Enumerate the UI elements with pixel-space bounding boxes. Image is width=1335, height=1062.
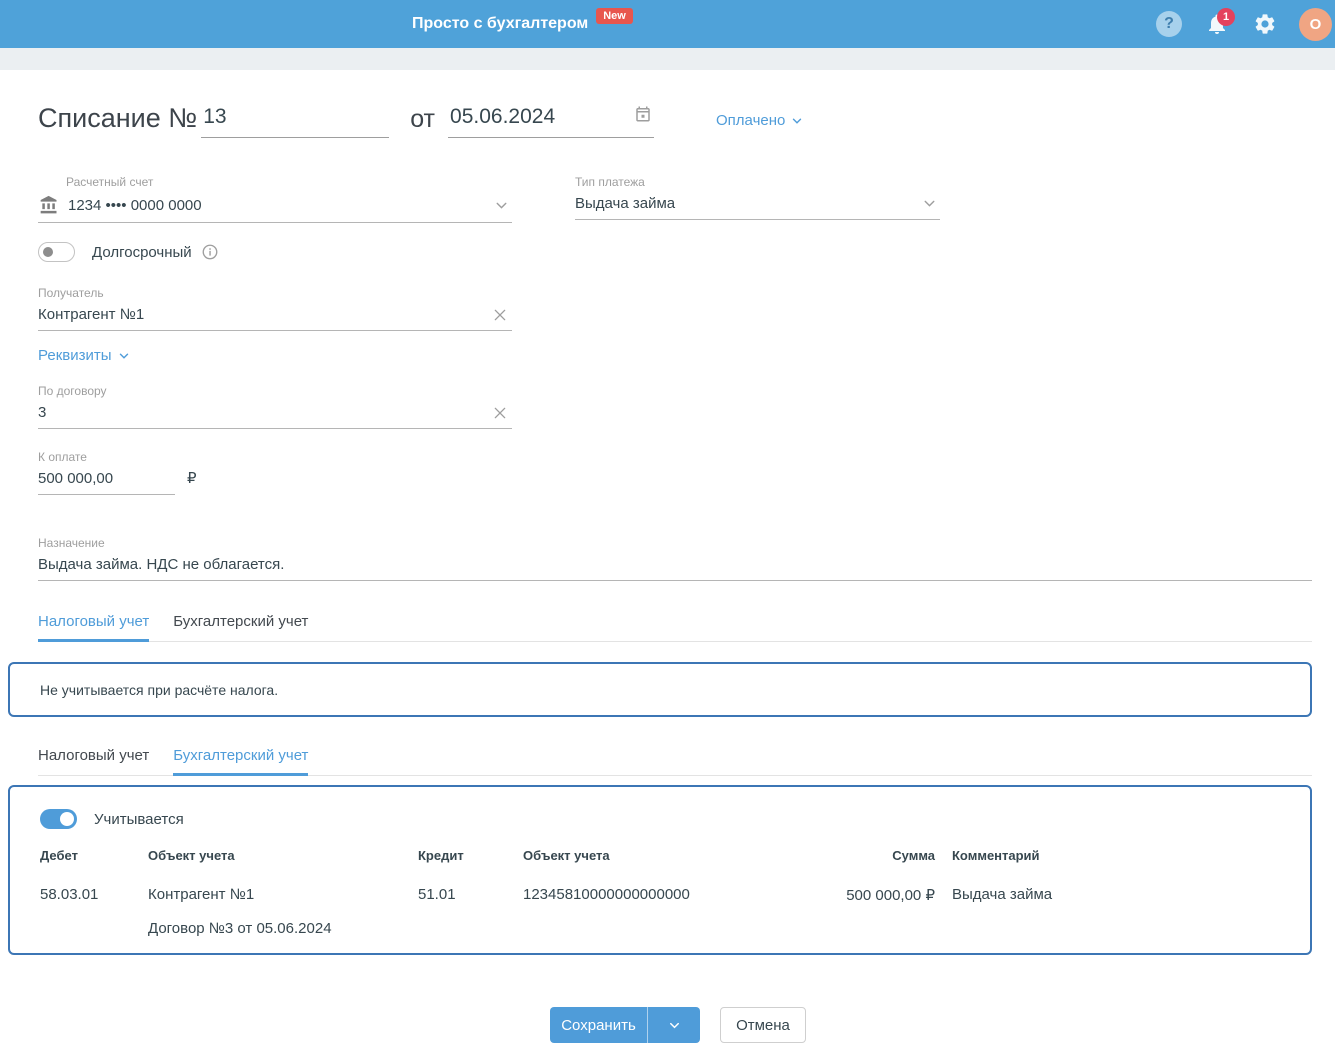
- document-date-field: [448, 105, 655, 139]
- details-link-label: Реквизиты: [38, 347, 112, 365]
- settings-button[interactable]: [1241, 0, 1289, 48]
- date-preposition: от: [410, 105, 436, 134]
- payment-type-value: Выдача займа: [575, 195, 676, 213]
- purpose-value: Выдача займа. НДС не облагается.: [38, 556, 285, 574]
- toggle-knob: [43, 247, 53, 258]
- accounted-toggle-label: Учитывается: [94, 810, 184, 828]
- header-actions: ? 1 О: [1145, 0, 1335, 48]
- recipient-label: Получатель: [38, 286, 104, 301]
- postings-table: Дебет Объект учета Кредит Объект учета С…: [40, 848, 1282, 937]
- payment-type-field[interactable]: Тип платежа Выдача займа: [575, 175, 940, 223]
- gear-icon: [1253, 12, 1277, 36]
- cell-credit-account: 51.01: [418, 886, 456, 904]
- chevron-down-icon: [921, 195, 938, 212]
- account-paytype-row: Расчетный счет 1234 •••• 0000 0000 Тип п…: [38, 175, 1312, 224]
- accounted-toggle[interactable]: [40, 809, 77, 830]
- cell-debit-object: Контрагент №1: [148, 886, 255, 904]
- notification-badge: 1: [1217, 8, 1235, 26]
- tab-bookkeeping[interactable]: Бухгалтерский учет: [173, 747, 309, 777]
- long-term-row: Долгосрочный: [38, 242, 1312, 263]
- accounting-box: Учитывается Дебет Объект учета Кредит Об…: [8, 785, 1312, 956]
- col-header-credit: Кредит: [418, 848, 464, 864]
- accounting-tabs: Налоговый учет Бухгалтерский учет: [38, 747, 1312, 777]
- document-number-input[interactable]: [201, 105, 390, 139]
- chevron-down-icon: [112, 349, 131, 363]
- secondary-bar: [0, 48, 1335, 70]
- tab-tax-accounting[interactable]: Налоговый учет: [38, 747, 149, 776]
- chevron-down-icon: [493, 197, 510, 214]
- document-date-input[interactable]: [448, 105, 655, 139]
- action-buttons: Сохранить Отмена: [550, 1007, 1335, 1044]
- col-header-debit: Дебет: [40, 848, 78, 864]
- cell-credit-object: 12345810000000000000: [523, 886, 690, 904]
- tax-note-text: Не учитывается при расчёте налога.: [40, 681, 279, 698]
- col-header-debit-object: Объект учета: [148, 848, 235, 864]
- cell-debit-object-line2: Договор №3 от 05.06.2024: [148, 920, 332, 938]
- document-title-row: Списание № от Оплачено: [38, 103, 1312, 139]
- long-term-toggle[interactable]: [38, 242, 75, 263]
- tax-note-box: Не учитывается при расчёте налога.: [8, 662, 1312, 718]
- cell-comment: Выдача займа: [952, 886, 1053, 904]
- tab-tax-accounting[interactable]: Налоговый учет: [38, 613, 150, 643]
- cell-amount: 500 000,00 ₽: [846, 887, 935, 905]
- contract-field[interactable]: По договору 3: [38, 384, 512, 430]
- tab-bookkeeping[interactable]: Бухгалтерский учет: [173, 613, 308, 642]
- app-title-wrap: Просто с бухгалтером New: [412, 0, 633, 48]
- details-link[interactable]: Реквизиты: [38, 347, 131, 364]
- app-title: Просто с бухгалтером: [412, 15, 589, 32]
- accounted-toggle-row: Учитывается: [40, 809, 1282, 830]
- clear-icon[interactable]: [492, 405, 508, 421]
- notifications-button[interactable]: 1: [1193, 0, 1241, 48]
- calendar-icon[interactable]: [634, 105, 652, 128]
- cell-debit-account: 58.03.01: [40, 886, 99, 904]
- save-button[interactable]: Сохранить: [550, 1007, 647, 1044]
- currency-symbol: ₽: [187, 470, 197, 488]
- contract-value: 3: [38, 404, 47, 422]
- recipient-value: Контрагент №1: [38, 306, 145, 324]
- purpose-label: Назначение: [38, 536, 105, 551]
- col-header-credit-object: Объект учета: [523, 848, 610, 864]
- chevron-down-icon: [785, 114, 804, 128]
- purpose-field[interactable]: Назначение Выдача займа. НДС не облагает…: [38, 536, 1312, 582]
- payment-type-label: Тип платежа: [575, 175, 645, 190]
- save-options-button[interactable]: [647, 1007, 700, 1044]
- help-icon: ?: [1156, 11, 1182, 37]
- status-dropdown[interactable]: Оплачено: [716, 112, 804, 129]
- chevron-down-icon: [667, 1018, 682, 1033]
- amount-field[interactable]: К оплате 500 000,00: [38, 450, 175, 496]
- account-label: Расчетный счет: [66, 175, 154, 190]
- info-icon[interactable]: [201, 243, 219, 261]
- recipient-field[interactable]: Получатель Контрагент №1: [38, 286, 512, 332]
- tax-tabs: Налоговый учет Бухгалтерский учет: [38, 613, 1312, 643]
- new-badge: New: [596, 8, 633, 24]
- help-button[interactable]: ?: [1145, 0, 1193, 48]
- main-content: Списание № от Оплачено Расчетный счет: [0, 103, 1335, 1044]
- avatar[interactable]: О: [1299, 7, 1332, 41]
- top-header: Просто с бухгалтером New ? 1 О: [0, 0, 1335, 48]
- clear-icon[interactable]: [492, 307, 508, 323]
- contract-label: По договору: [38, 384, 107, 399]
- long-term-label: Долгосрочный: [92, 243, 192, 261]
- app-window: Просто с бухгалтером New ? 1 О Списание …: [0, 0, 1335, 1044]
- col-header-amount: Сумма: [892, 848, 935, 864]
- page-title: Списание №: [38, 103, 198, 133]
- account-field[interactable]: Расчетный счет 1234 •••• 0000 0000: [38, 175, 512, 224]
- account-value: 1234 •••• 0000 0000: [68, 196, 202, 214]
- amount-row: К оплате 500 000,00 ₽: [38, 450, 1312, 496]
- col-header-comment: Комментарий: [952, 848, 1040, 864]
- status-label: Оплачено: [716, 112, 786, 130]
- toggle-knob: [60, 812, 74, 827]
- amount-value: 500 000,00: [38, 470, 114, 488]
- cancel-button[interactable]: Отмена: [720, 1007, 806, 1044]
- amount-label: К оплате: [38, 450, 87, 465]
- bank-icon: [38, 195, 60, 215]
